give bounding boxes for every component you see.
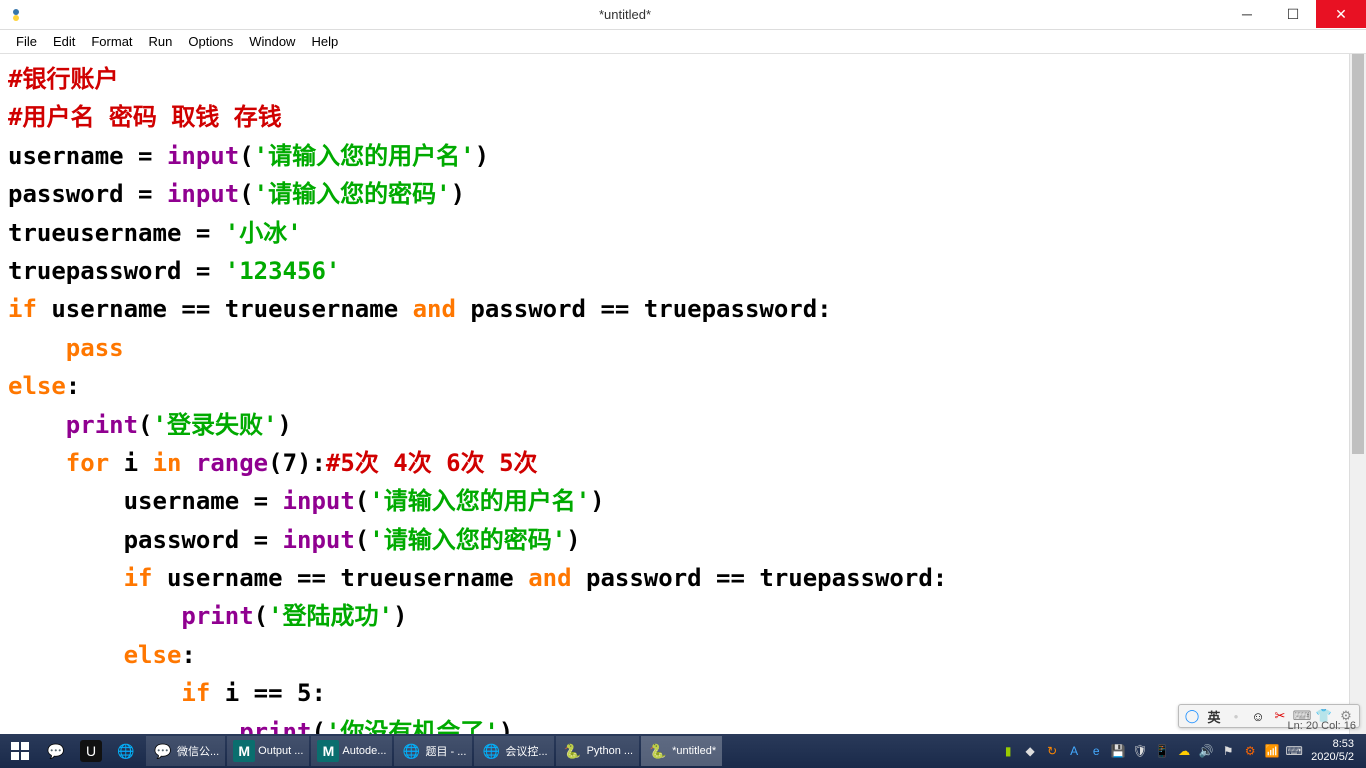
menu-options[interactable]: Options: [180, 32, 241, 51]
minimize-button[interactable]: ─: [1224, 0, 1270, 28]
window-title: *untitled*: [26, 7, 1224, 22]
app-icon: [6, 5, 26, 25]
tray-flag-icon[interactable]: ⚑: [1219, 742, 1237, 760]
scroll-thumb[interactable]: [1352, 54, 1364, 454]
ime-scissors-icon[interactable]: ✂: [1271, 707, 1289, 725]
clock-date: 2020/5/2: [1311, 751, 1354, 764]
close-button[interactable]: ✕: [1316, 0, 1366, 28]
unreal-icon: U: [80, 740, 102, 762]
taskbar-item-browser1[interactable]: 🌐题目 - ...: [394, 736, 472, 766]
taskbar-item-autodesk[interactable]: MAutode...: [311, 736, 392, 766]
browser-icon: 🌐: [400, 740, 422, 762]
menu-help[interactable]: Help: [303, 32, 346, 51]
taskbar: 💬 U 🌐 💬微信公... MOutput ... MAutode... 🌐题目…: [0, 734, 1366, 768]
tray-keyboard-icon[interactable]: ⌨: [1285, 742, 1303, 760]
browser-icon: 🌐: [480, 740, 502, 762]
code-editor[interactable]: #银行账户 #用户名 密码 取钱 存钱 username = input('请输…: [0, 54, 1366, 734]
tray-network-icon[interactable]: 📶: [1263, 742, 1281, 760]
title-bar: *untitled* ─ ☐ ✕: [0, 0, 1366, 30]
maya-icon: M: [317, 740, 339, 762]
ime-separator: •: [1227, 707, 1245, 725]
tray-app-icon[interactable]: ◆: [1021, 742, 1039, 760]
ime-emoji-icon[interactable]: ☺: [1249, 707, 1267, 725]
tray-battery-icon[interactable]: ▮: [999, 742, 1017, 760]
tray-disk-icon[interactable]: 💾: [1109, 742, 1127, 760]
editor-content[interactable]: #银行账户 #用户名 密码 取钱 存钱 username = input('请输…: [0, 54, 1349, 734]
clock-time: 8:53: [1311, 738, 1354, 751]
code-line: #用户名 密码 取钱 存钱: [8, 103, 282, 131]
wechat-icon: 💬: [45, 740, 67, 762]
window-controls: ─ ☐ ✕: [1224, 0, 1366, 29]
menu-file[interactable]: File: [8, 32, 45, 51]
tray-shield-icon[interactable]: 🛡: [1131, 742, 1149, 760]
status-bar: Ln: 20 Col: 16: [1288, 720, 1357, 732]
tray-phone-icon[interactable]: 📱: [1153, 742, 1171, 760]
tray-edge-icon[interactable]: e: [1087, 742, 1105, 760]
menu-run[interactable]: Run: [141, 32, 181, 51]
taskbar-pinned-chrome[interactable]: 🌐: [111, 736, 144, 766]
tray-a-icon[interactable]: A: [1065, 742, 1083, 760]
taskbar-item-wechat[interactable]: 💬微信公...: [146, 736, 225, 766]
ime-logo-icon[interactable]: ◯: [1183, 707, 1201, 725]
python-icon: 🐍: [562, 740, 584, 762]
taskbar-pinned-unreal[interactable]: U: [76, 736, 109, 766]
tray-volume-icon[interactable]: 🔊: [1197, 742, 1215, 760]
menu-edit[interactable]: Edit: [45, 32, 83, 51]
python-icon: 🐍: [647, 740, 669, 762]
taskbar-pinned-wechat[interactable]: 💬: [41, 736, 74, 766]
menu-bar: File Edit Format Run Options Window Help: [0, 30, 1366, 54]
scrollbar[interactable]: [1349, 54, 1366, 734]
taskbar-item-browser2[interactable]: 🌐会议控...: [474, 736, 553, 766]
system-tray: ▮ ◆ ↻ A e 💾 🛡 📱 ☁ 🔊 ⚑ ⚙ 📶 ⌨ 8:53 2020/5/…: [997, 738, 1366, 764]
clock[interactable]: 8:53 2020/5/2: [1305, 738, 1360, 764]
chrome-icon: 🌐: [115, 740, 137, 762]
ime-lang[interactable]: 英: [1205, 707, 1223, 725]
taskbar-item-maya-output[interactable]: MOutput ...: [227, 736, 309, 766]
code-line: #银行账户: [8, 65, 118, 93]
menu-window[interactable]: Window: [241, 32, 303, 51]
maximize-button[interactable]: ☐: [1270, 0, 1316, 28]
taskbar-item-untitled[interactable]: 🐍*untitled*: [641, 736, 722, 766]
tray-sync-icon[interactable]: ↻: [1043, 742, 1061, 760]
menu-format[interactable]: Format: [83, 32, 140, 51]
maya-icon: M: [233, 740, 255, 762]
cursor-position: Ln: 20 Col: 16: [1288, 720, 1357, 732]
taskbar-item-python[interactable]: 🐍Python ...: [556, 736, 639, 766]
app-icon: 💬: [152, 740, 174, 762]
tray-gear-icon[interactable]: ⚙: [1241, 742, 1259, 760]
start-button[interactable]: [0, 734, 40, 768]
tray-cloud-icon[interactable]: ☁: [1175, 742, 1193, 760]
